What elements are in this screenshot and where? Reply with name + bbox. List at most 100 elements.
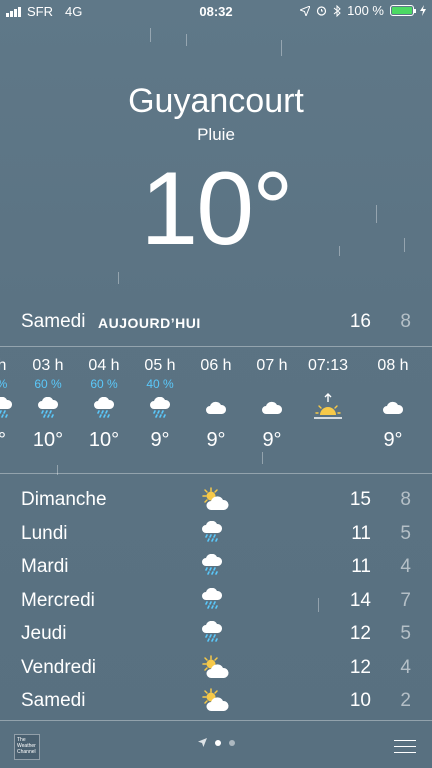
- alarm-icon: [317, 6, 327, 16]
- day-low: 8: [400, 489, 411, 510]
- divider: [0, 473, 432, 474]
- cloud-icon: [244, 393, 300, 423]
- today-summary: Samedi AUJOURD’HUI 16 8: [21, 311, 411, 335]
- bottom-bar: The Weather Channel: [0, 730, 432, 768]
- rain-cloud-icon: [201, 587, 231, 614]
- rain-cloud-icon: [20, 393, 76, 423]
- day-high: 10: [349, 690, 371, 711]
- today-tag: AUJOURD’HUI: [98, 315, 201, 331]
- precip-chance: 60 %: [90, 377, 118, 391]
- day-name: Mercredi: [21, 589, 95, 611]
- hour-column: 04 h 60 % 10°: [76, 357, 132, 452]
- precip-chance: 60 %: [34, 377, 62, 391]
- day-name: Vendredi: [21, 656, 97, 678]
- location-arrow-icon: [300, 5, 311, 16]
- precip-chance: [244, 377, 300, 393]
- day-high: 12: [349, 656, 371, 678]
- sun-cloud-icon: [201, 654, 231, 681]
- precip-chance: 40 %: [146, 377, 174, 391]
- day-row: Lundi 11 5: [21, 519, 411, 553]
- hour-column: 08 h 9°: [365, 357, 421, 452]
- sunrise-icon: [300, 393, 356, 423]
- hour-column: 03 h 60 % 10°: [20, 357, 76, 452]
- day-row: Jeudi 12 5: [21, 619, 411, 653]
- status-right: 100 %: [300, 3, 426, 18]
- page-indicator[interactable]: [0, 738, 432, 747]
- battery-percent: 100 %: [347, 3, 384, 18]
- hour-temp: 9°: [150, 429, 170, 451]
- rain-cloud-icon: [201, 520, 231, 547]
- battery-icon: [390, 5, 416, 16]
- hour-column: 07 h 9°: [244, 357, 300, 452]
- hour-label: 07:13: [307, 357, 349, 374]
- day-high: 11: [351, 556, 371, 577]
- hour-label: 04 h: [88, 357, 120, 374]
- day-low: 5: [400, 522, 411, 544]
- city-name: Guyancourt: [128, 82, 304, 120]
- today-high: 16: [349, 311, 371, 332]
- day-name: Dimanche: [21, 489, 107, 510]
- cloud-icon: [365, 393, 421, 423]
- day-high: 15: [349, 489, 371, 510]
- location-arrow-icon: [197, 738, 207, 747]
- day-low: 4: [400, 656, 411, 678]
- precip-chance: [188, 377, 244, 393]
- hour-temp: 10°: [32, 429, 64, 451]
- hour-label: 07 h: [256, 357, 288, 374]
- hour-label: 06 h: [200, 357, 232, 374]
- hour-column: 05 h 40 % 9°: [132, 357, 188, 452]
- hour-label: 05 h: [144, 357, 176, 374]
- hour-temp: 9°: [206, 429, 226, 451]
- hour-column: 06 h 9°: [188, 357, 244, 452]
- day-row: Samedi 10 2: [21, 686, 411, 720]
- rain-streak: [118, 272, 119, 284]
- hour-temp: 9°: [262, 429, 282, 451]
- hour-label: 08 h: [377, 357, 409, 374]
- daily-forecast[interactable]: Dimanche 15 8 Lundi 11 5 Mardi 11 4 Mercredi 14 7 Je…: [21, 485, 411, 720]
- day-high: 14: [349, 589, 371, 611]
- page-dot-active[interactable]: [214, 739, 221, 746]
- day-name: Samedi: [21, 690, 86, 711]
- page-dot[interactable]: [228, 739, 235, 746]
- day-name: Mardi: [21, 556, 69, 577]
- rain-streak: [186, 34, 187, 46]
- rain-cloud-icon: [76, 393, 132, 423]
- rain-cloud-icon: [201, 620, 231, 647]
- city-list-icon[interactable]: [394, 740, 416, 758]
- day-name: Jeudi: [21, 623, 67, 644]
- hour-label: 03 h: [32, 357, 64, 374]
- day-high: 11: [351, 522, 371, 544]
- current-temperature: 10°: [140, 151, 293, 267]
- hourly-forecast[interactable]: h%°03 h60 %10°04 h60 %10°05 h40 %9°06 h9…: [0, 357, 432, 467]
- day-low: 2: [400, 690, 411, 711]
- charging-icon: [420, 5, 426, 16]
- hour-column: 07:13: [300, 357, 356, 429]
- rain-cloud-icon: [201, 553, 231, 580]
- day-row: Vendredi 12 4: [21, 653, 411, 687]
- precip-chance: [300, 377, 356, 393]
- today-low: 8: [400, 311, 411, 332]
- day-low: 4: [400, 556, 411, 577]
- sun-cloud-icon: [201, 487, 231, 513]
- day-low: 5: [400, 623, 411, 644]
- status-bar: SFR 4G 08:32 100 %: [0, 0, 432, 22]
- rain-streak: [150, 28, 151, 42]
- day-low: 7: [400, 589, 411, 611]
- rain-cloud-icon: [132, 393, 188, 423]
- cloud-icon: [188, 393, 244, 423]
- day-row: Mardi 11 4: [21, 552, 411, 586]
- rain-streak: [281, 40, 282, 56]
- hour-temp: 9°: [383, 429, 403, 451]
- divider: [0, 346, 432, 347]
- hour-temp: 10°: [88, 429, 120, 451]
- day-row: Dimanche 15 8: [21, 485, 411, 519]
- sun-cloud-icon: [201, 688, 231, 714]
- day-row: Mercredi 14 7: [21, 586, 411, 620]
- day-name: Lundi: [21, 522, 68, 544]
- condition-label: Pluie: [197, 125, 235, 144]
- day-high: 12: [349, 623, 371, 644]
- divider: [0, 720, 432, 721]
- precip-chance: [365, 377, 421, 393]
- bluetooth-icon: [333, 4, 341, 17]
- today-day: Samedi: [21, 311, 86, 332]
